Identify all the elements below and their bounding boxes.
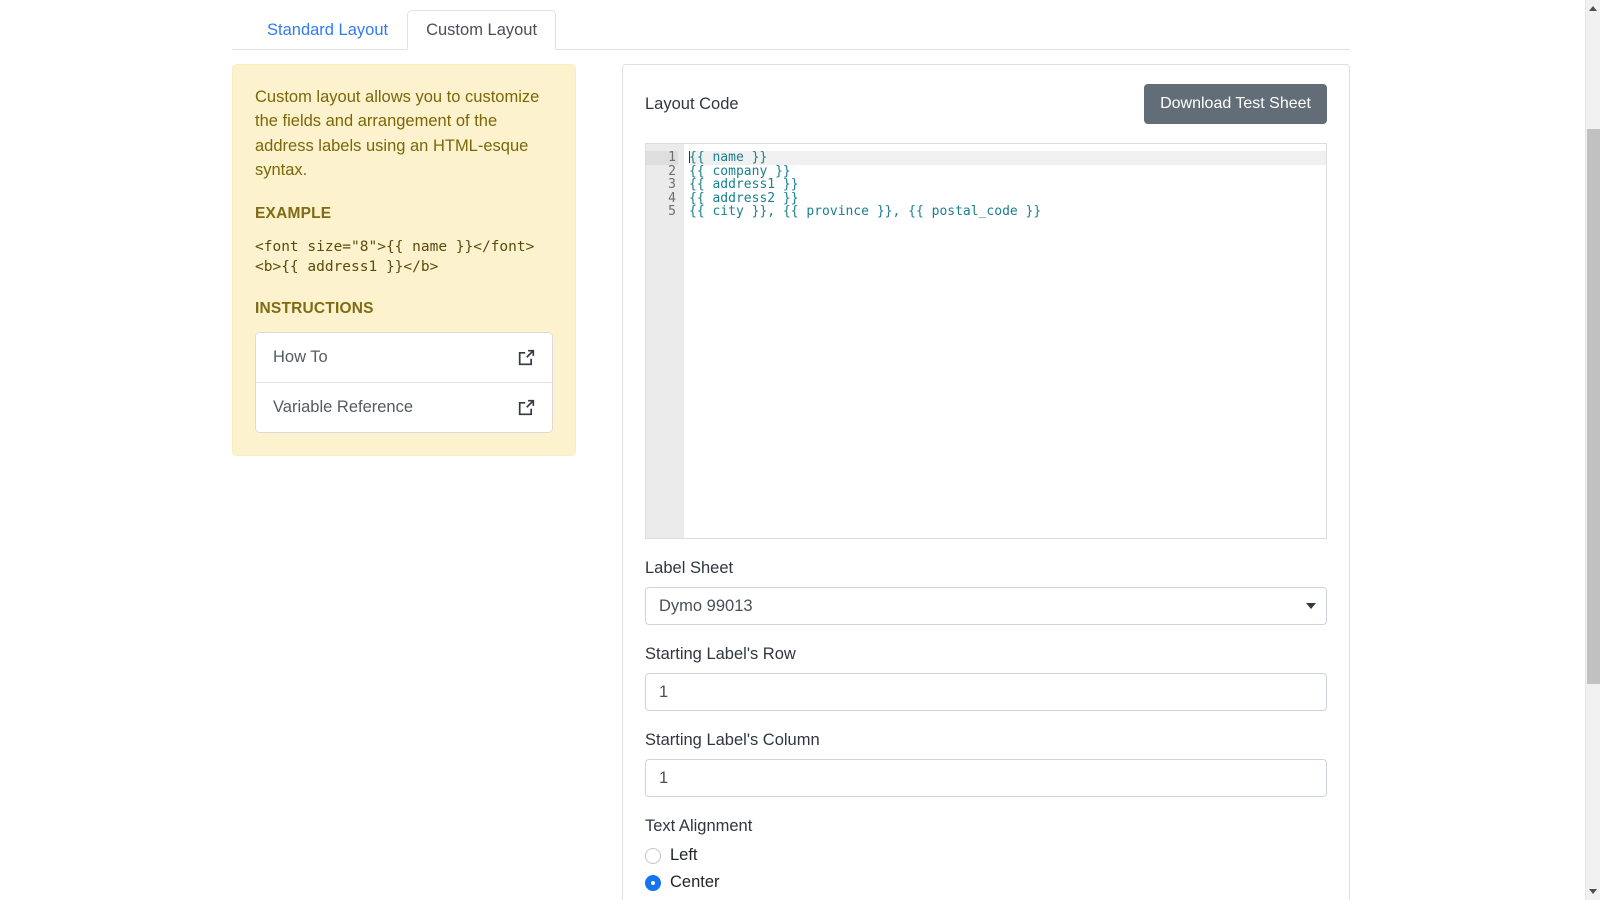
label-sheet-label: Label Sheet	[645, 559, 734, 577]
radio-row-left[interactable]: Left	[645, 846, 1327, 865]
starting-column-label: Starting Label's Column	[645, 731, 820, 749]
line-number: 1	[646, 151, 678, 165]
starting-row-group: Starting Label's Row	[645, 645, 1327, 711]
radio-row-center[interactable]: Center	[645, 873, 1327, 892]
example-code-snippet: <font size="8">{{ name }}</font> <b>{{ a…	[255, 238, 535, 276]
layout-code-editor[interactable]: 1 2 3 4 5 {{ name }} {{ company }} {{ ad…	[645, 143, 1327, 539]
line-number: 5	[668, 204, 676, 220]
code-line-text: {{ name }}	[689, 150, 768, 165]
label-sheet-select[interactable]: Dymo 99013	[645, 587, 1327, 625]
label-sheet-select-wrap: Dymo 99013	[645, 587, 1327, 625]
layout-columns: Custom layout allows you to customize th…	[232, 50, 1350, 900]
external-link-icon	[518, 349, 535, 366]
page-scrollbar[interactable]	[1585, 0, 1600, 900]
line-number: 2	[668, 163, 676, 179]
text-alignment-group: Text Alignment Left Center	[645, 817, 1327, 892]
card-header: Layout Code Download Test Sheet	[645, 83, 1327, 125]
radio-center-label: Center	[670, 873, 720, 891]
code-line-3: {{ address1 }}	[689, 177, 799, 193]
link-variable-reference-label: Variable Reference	[273, 397, 414, 416]
editor-line-numbers: 1 2 3 4 5	[646, 144, 684, 538]
scroll-down-arrow-icon[interactable]	[1589, 889, 1597, 894]
scrollbar-thumb[interactable]	[1587, 129, 1600, 684]
radio-left-label: Left	[670, 846, 698, 864]
radio-left[interactable]	[645, 847, 661, 864]
example-heading: EXAMPLE	[255, 204, 332, 222]
tab-standard-layout[interactable]: Standard Layout	[248, 10, 407, 51]
download-test-sheet-button[interactable]: Download Test Sheet	[1144, 84, 1327, 124]
line-number: 4	[668, 190, 676, 206]
external-link-icon	[518, 399, 535, 416]
editor-code-area[interactable]: {{ name }} {{ company }} {{ address1 }} …	[684, 144, 1326, 538]
label-sheet-group: Label Sheet Dymo 99013	[645, 559, 1327, 625]
link-how-to-label: How To	[273, 347, 328, 366]
starting-column-input[interactable]	[645, 759, 1327, 797]
code-line-1: {{ name }}	[689, 151, 1326, 165]
scroll-up-arrow-icon[interactable]	[1589, 6, 1597, 11]
link-how-to[interactable]: How To	[256, 332, 552, 382]
starting-row-input[interactable]	[645, 673, 1327, 711]
layout-tabs: Standard Layout Custom Layout	[232, 0, 1350, 50]
page-root: Standard Layout Custom Layout Custom lay…	[0, 0, 1600, 900]
info-intro-text: Custom layout allows you to customize th…	[255, 88, 540, 180]
radio-center[interactable]	[645, 874, 661, 891]
instructions-list: How To Variable Reference	[255, 331, 553, 433]
link-variable-reference[interactable]: Variable Reference	[256, 381, 552, 432]
line-number: 3	[668, 177, 676, 193]
code-line-5: {{ city }}, {{ province }}, {{ postal_co…	[689, 204, 1042, 220]
code-line-2: {{ company }}	[689, 163, 791, 179]
custom-layout-info-panel: Custom layout allows you to customize th…	[232, 64, 576, 456]
code-line-4: {{ address2 }}	[689, 190, 799, 206]
main-content: Standard Layout Custom Layout Custom lay…	[232, 0, 1350, 900]
text-alignment-label: Text Alignment	[645, 817, 753, 835]
starting-column-group: Starting Label's Column	[645, 731, 1327, 797]
layout-settings-card: Layout Code Download Test Sheet 1 2 3 4 …	[622, 64, 1350, 900]
tab-custom-layout[interactable]: Custom Layout	[407, 9, 557, 50]
starting-row-label: Starting Label's Row	[645, 645, 796, 663]
instructions-heading: INSTRUCTIONS	[255, 299, 374, 317]
layout-code-label: Layout Code	[645, 94, 739, 113]
